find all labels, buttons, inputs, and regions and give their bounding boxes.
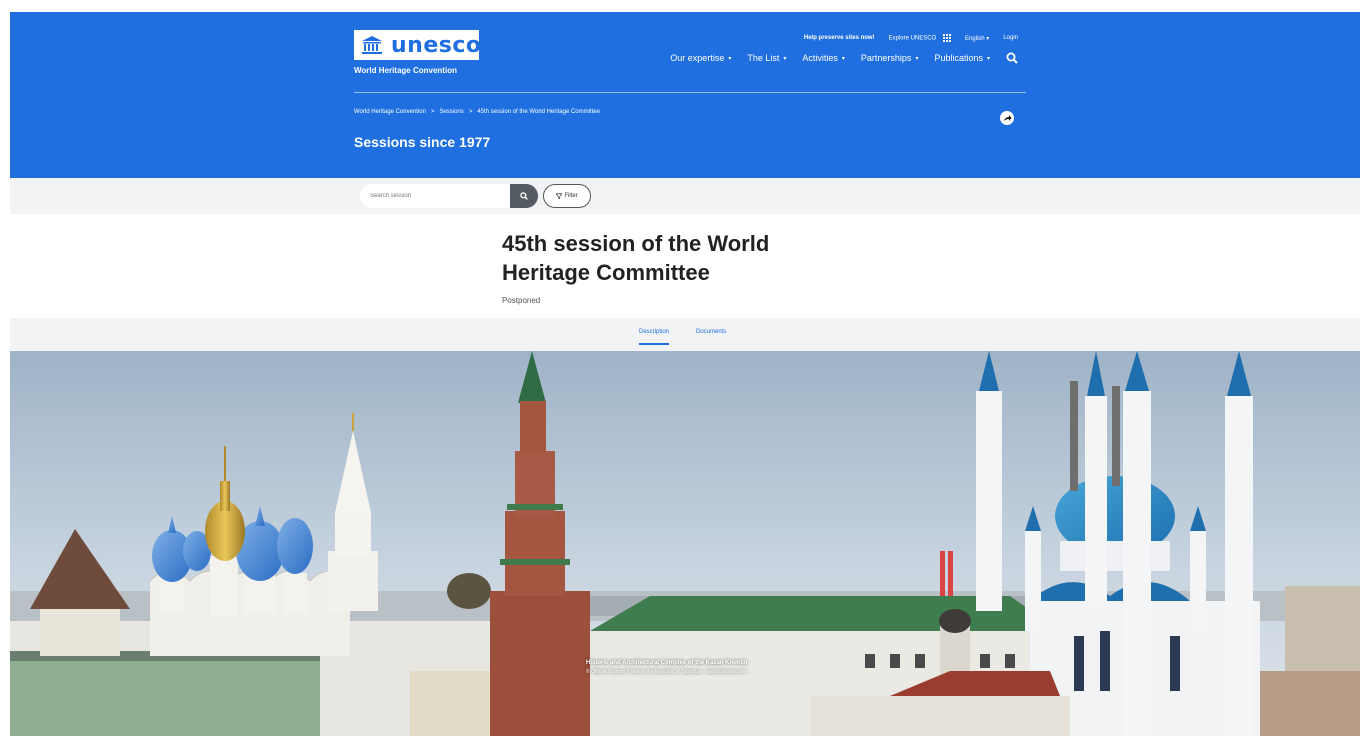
- share-icon: [1003, 114, 1011, 121]
- breadcrumb-separator: >: [430, 109, 435, 115]
- page-title: Sessions since 1977: [354, 134, 491, 150]
- chevron-down-icon: ▾: [783, 55, 787, 62]
- logo-subtitle: World Heritage Convention: [354, 66, 457, 75]
- nav-item-label: The List: [747, 53, 780, 63]
- hero-image: [10, 351, 1360, 736]
- nav-item-activities[interactable]: Activities ▾: [802, 53, 845, 63]
- search-icon[interactable]: [1006, 52, 1018, 64]
- tab-documents[interactable]: Documents: [696, 329, 726, 343]
- filter-button[interactable]: Filter: [543, 184, 591, 208]
- top-links: Help preserve sites now! Explore UNESCO …: [804, 34, 1018, 42]
- top-link-explore-label: Explore UNESCO: [888, 35, 937, 42]
- breadcrumb-item-home[interactable]: World Heritage Convention: [354, 109, 426, 115]
- main-nav: Our expertise ▾ The List ▾ Activities ▾ …: [670, 52, 1018, 64]
- top-link-help[interactable]: Help preserve sites now!: [804, 35, 875, 41]
- hero-caption-title: Historic and Architectural Complex of th…: [586, 660, 748, 666]
- search-session-input[interactable]: [360, 184, 510, 208]
- language-selector[interactable]: English ▾: [965, 35, 989, 42]
- chevron-down-icon: ▾: [728, 55, 732, 62]
- session-title: 45th session of the World Heritage Commi…: [502, 231, 770, 285]
- header-divider: [354, 92, 1026, 93]
- nav-item-the-list[interactable]: The List ▾: [747, 53, 786, 63]
- top-link-explore[interactable]: Explore UNESCO: [889, 34, 951, 42]
- breadcrumb-item-sessions[interactable]: Sessions: [439, 109, 463, 115]
- chevron-down-icon: ▾: [841, 55, 845, 62]
- chevron-down-icon: ▾: [915, 55, 919, 62]
- nav-item-our-expertise[interactable]: Our expertise ▾: [670, 53, 731, 63]
- hero-caption-credit[interactable]: © Official Tourism Portal of the Republi…: [586, 669, 747, 675]
- chevron-down-icon: ▾: [986, 55, 990, 62]
- breadcrumb-item-current: 45th session of the World Heritage Commi…: [477, 109, 600, 115]
- site-header: unesco World Heritage Convention Help pr…: [10, 12, 1360, 178]
- kazan-kremlin-illustration: [10, 351, 1360, 736]
- tab-bar: Description Documents: [10, 318, 1360, 351]
- share-button[interactable]: [1000, 111, 1014, 125]
- nav-item-label: Activities: [802, 53, 838, 63]
- unesco-logo[interactable]: unesco: [354, 30, 482, 60]
- breadcrumb-separator: >: [468, 109, 473, 115]
- hero-caption: Historic and Architectural Complex of th…: [586, 660, 747, 675]
- nav-item-partnerships[interactable]: Partnerships ▾: [861, 53, 919, 63]
- nav-item-label: Partnerships: [860, 53, 912, 63]
- tab-description[interactable]: Description: [639, 329, 670, 345]
- filter-label: Filter: [564, 193, 578, 199]
- session-status: Postponed: [502, 296, 541, 305]
- nav-item-publications[interactable]: Publications ▾: [934, 53, 990, 63]
- nav-item-label: Publications: [934, 53, 983, 63]
- filter-icon: [556, 193, 563, 199]
- logo-text: unesco: [391, 32, 482, 58]
- chevron-down-icon: ▾: [986, 35, 990, 42]
- login-link[interactable]: Login: [1003, 35, 1018, 41]
- nav-item-label: Our expertise: [670, 53, 725, 63]
- search-icon: [520, 192, 528, 200]
- grid-icon: [942, 34, 951, 42]
- unesco-temple-icon: [361, 33, 383, 57]
- breadcrumb: World Heritage Convention > Sessions > 4…: [354, 109, 600, 115]
- search-submit-button[interactable]: [510, 184, 538, 208]
- language-label: English: [964, 35, 985, 42]
- session-search-bar: Filter: [10, 178, 1360, 214]
